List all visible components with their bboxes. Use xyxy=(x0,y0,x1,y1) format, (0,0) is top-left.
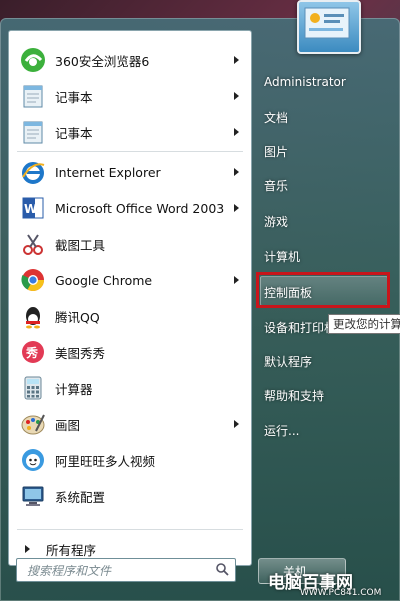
start-menu: 360安全浏览器6 记事本 记事本 Internet Explorer W Mi… xyxy=(0,18,400,601)
arrow-right-icon xyxy=(25,545,30,553)
program-label: 美图秀秀 xyxy=(55,345,106,361)
notepad-icon xyxy=(19,82,47,110)
submenu-arrow-icon[interactable] xyxy=(234,168,239,176)
svg-text:W: W xyxy=(24,202,37,216)
divider xyxy=(17,151,243,152)
program-item-paint[interactable]: 画图 xyxy=(13,407,247,441)
left-program-panel: 360安全浏览器6 记事本 记事本 Internet Explorer W Mi… xyxy=(8,30,252,566)
svg-text:秀: 秀 xyxy=(25,345,39,360)
program-item-internet-explorer[interactable]: Internet Explorer xyxy=(13,155,247,189)
right-item-default-programs[interactable]: 默认程序 xyxy=(264,353,312,370)
program-label: 腾讯QQ xyxy=(55,309,100,325)
user-avatar-tile[interactable] xyxy=(297,0,361,54)
program-label: 计算器 xyxy=(55,381,93,397)
search-placeholder: 搜索程序和文件 xyxy=(27,563,112,578)
program-item-notepad-2[interactable]: 记事本 xyxy=(13,115,247,149)
program-item-google-chrome[interactable]: Google Chrome xyxy=(13,263,247,297)
program-label: 360安全浏览器6 xyxy=(55,53,150,69)
system-config-icon xyxy=(19,482,47,510)
submenu-arrow-icon[interactable] xyxy=(234,276,239,284)
all-programs-label: 所有程序 xyxy=(46,542,97,558)
calculator-icon xyxy=(19,374,47,402)
right-item-computer[interactable]: 计算机 xyxy=(264,248,300,265)
submenu-arrow-icon[interactable] xyxy=(234,204,239,212)
paint-icon xyxy=(19,410,47,438)
program-item-qq[interactable]: 腾讯QQ xyxy=(13,299,247,333)
right-item-music[interactable]: 音乐 xyxy=(264,177,288,194)
program-label: Microsoft Office Word 2003 xyxy=(55,200,225,216)
search-input[interactable]: 搜索程序和文件 xyxy=(16,558,236,582)
tooltip: 更改您的计算机 xyxy=(328,314,400,334)
program-label: 系统配置 xyxy=(55,489,106,505)
meitu-icon: 秀 xyxy=(19,338,47,366)
submenu-arrow-icon[interactable] xyxy=(234,128,239,136)
word-icon: W xyxy=(19,194,47,222)
program-item-calculator[interactable]: 计算器 xyxy=(13,371,247,405)
program-item-system-config[interactable]: 系统配置 xyxy=(13,479,247,513)
360-browser-icon xyxy=(19,46,47,74)
right-item-control-panel[interactable]: 控制面板 xyxy=(264,284,312,301)
program-item-notepad-1[interactable]: 记事本 xyxy=(13,79,247,113)
submenu-arrow-icon[interactable] xyxy=(234,420,239,428)
program-item-360-browser[interactable]: 360安全浏览器6 xyxy=(13,43,247,77)
program-label: 截图工具 xyxy=(55,237,106,253)
control-panel-avatar-icon xyxy=(304,7,350,39)
program-label: 记事本 xyxy=(55,89,93,105)
program-label: Google Chrome xyxy=(55,272,153,288)
right-item-devices-printers[interactable]: 设备和打印机 xyxy=(264,319,336,336)
program-item-aliwangwang[interactable]: 阿里旺旺多人视频 xyxy=(13,443,247,477)
notepad-icon xyxy=(19,118,47,146)
right-item-run[interactable]: 运行... xyxy=(264,422,299,439)
aliwangwang-icon xyxy=(19,446,47,474)
program-item-snipping-tool[interactable]: 截图工具 xyxy=(13,227,247,261)
program-item-meitu[interactable]: 秀 美图秀秀 xyxy=(13,335,247,369)
right-item-help-support[interactable]: 帮助和支持 xyxy=(264,387,324,404)
program-label: 阿里旺旺多人视频 xyxy=(55,453,156,469)
chrome-icon xyxy=(19,266,47,294)
program-label: Internet Explorer xyxy=(55,164,161,180)
snipping-tool-icon xyxy=(19,230,47,258)
right-item-pictures[interactable]: 图片 xyxy=(264,143,288,160)
right-item-documents[interactable]: 文档 xyxy=(264,109,288,126)
program-label: 画图 xyxy=(55,417,81,433)
program-label: 记事本 xyxy=(55,125,93,141)
search-icon[interactable] xyxy=(215,562,229,579)
watermark-url: WWW.PC841.COM xyxy=(300,588,382,598)
program-item-word-2003[interactable]: W Microsoft Office Word 2003 xyxy=(13,191,247,225)
submenu-arrow-icon[interactable] xyxy=(234,56,239,64)
right-item-administrator[interactable]: Administrator xyxy=(264,75,346,89)
divider xyxy=(17,529,243,530)
qq-icon xyxy=(19,302,47,330)
submenu-arrow-icon[interactable] xyxy=(234,92,239,100)
right-item-games[interactable]: 游戏 xyxy=(264,213,288,230)
internet-explorer-icon xyxy=(19,158,47,186)
